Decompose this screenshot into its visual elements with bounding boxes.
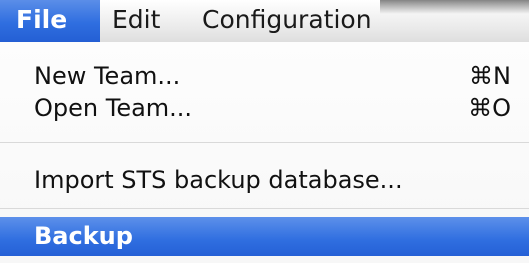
menu-item-backup[interactable]: Backup	[0, 217, 529, 256]
menu-item-open-team[interactable]: Open Team... ⌘O	[34, 92, 511, 124]
menu-item-shortcut: ⌘O	[468, 94, 511, 122]
menu-item-shortcut: ⌘N	[469, 62, 511, 90]
menu-configuration[interactable]: Configuration	[202, 0, 372, 42]
menubar-shadow	[380, 0, 529, 14]
file-dropdown-menu: New Team... ⌘N Open Team... ⌘O Import ST…	[0, 42, 529, 263]
menu-configuration-label: Configuration	[202, 5, 372, 34]
menubar: File Edit Configuration	[0, 0, 529, 42]
menu-item-label: Open Team...	[34, 94, 193, 122]
menu-separator	[0, 142, 529, 143]
menu-file[interactable]: File	[0, 0, 100, 42]
menu-item-import-sts-backup[interactable]: Import STS backup database...	[34, 164, 511, 196]
menu-edit[interactable]: Edit	[112, 0, 160, 42]
menu-file-label: File	[16, 5, 68, 34]
menu-item-label: Import STS backup database...	[34, 166, 403, 194]
menu-item-new-team[interactable]: New Team... ⌘N	[34, 60, 511, 92]
screen: File Edit Configuration New Team... ⌘N O…	[0, 0, 529, 263]
menu-item-label: Backup	[34, 222, 133, 250]
menu-item-label: New Team...	[34, 62, 181, 90]
menu-edit-label: Edit	[112, 5, 161, 34]
menu-separator	[0, 208, 529, 209]
